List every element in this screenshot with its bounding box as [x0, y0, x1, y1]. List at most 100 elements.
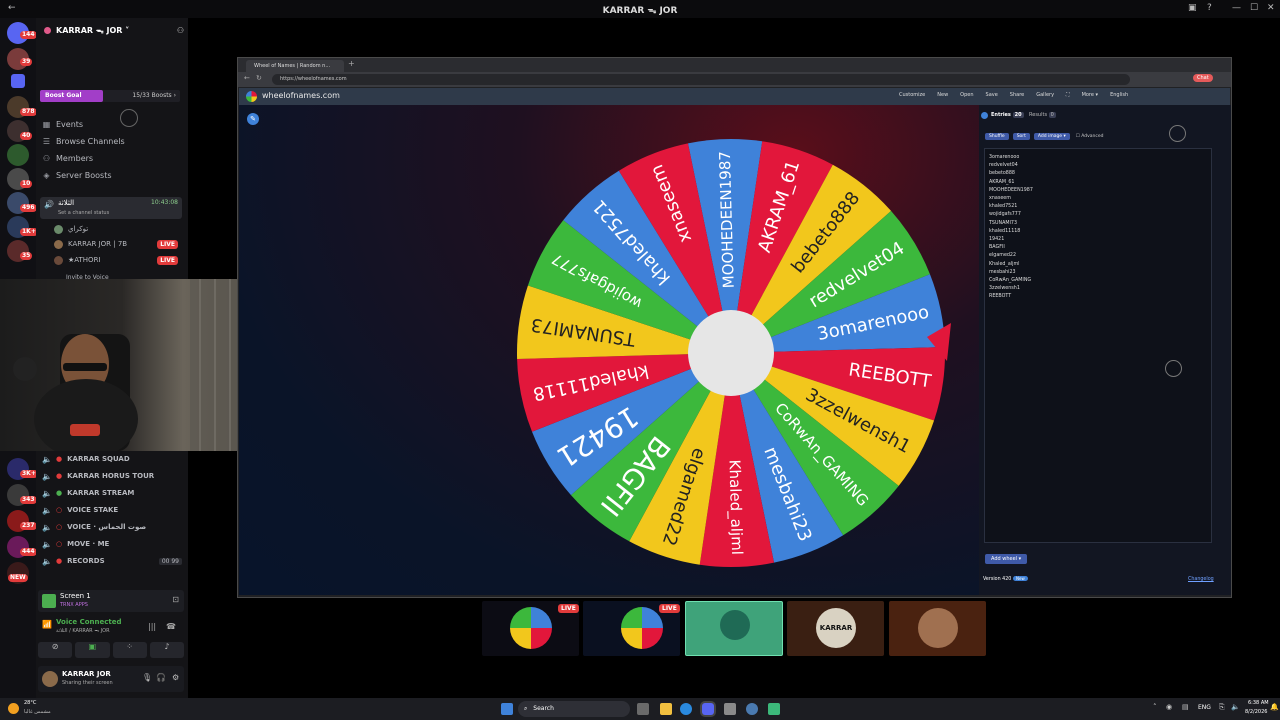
tray-chevron-icon[interactable]: ˄ [1153, 703, 1157, 711]
advanced-checkbox[interactable]: ☐ Advanced [1074, 133, 1106, 140]
server-icon[interactable] [7, 144, 29, 166]
menu-save[interactable]: Save [986, 92, 998, 98]
stream-tile-selected[interactable] [685, 601, 783, 656]
loading-spinner-icon [1165, 360, 1182, 377]
voice-member[interactable]: ★ATHORI LIVE [54, 253, 178, 267]
voice-channel-active[interactable]: 🔊 الثلاثة 10:43:08 Set a channel status [40, 197, 182, 219]
stream-tile[interactable]: LIVE [482, 601, 579, 656]
voice-member[interactable]: توكراي [54, 222, 178, 236]
voice-member[interactable]: KARRAR JOR | 7B LIVE [54, 237, 178, 251]
folder-icon[interactable] [11, 74, 25, 88]
taskbar-search[interactable]: ⌕ Search [518, 701, 630, 717]
task-view-icon[interactable] [637, 703, 649, 715]
back-icon[interactable]: ← [244, 74, 250, 82]
menu-share[interactable]: Share [1010, 92, 1024, 98]
screen-share-panel[interactable]: Screen 1 TRNX APPS ⊡ [38, 590, 184, 612]
menu-new[interactable]: New [937, 92, 948, 98]
weather-icon[interactable] [8, 703, 19, 714]
headset-icon[interactable]: 🎧 [156, 673, 166, 682]
stream-tile[interactable]: KARRAR [787, 601, 884, 656]
menu-customize[interactable]: Customize [899, 92, 925, 98]
menu-language[interactable]: English [1110, 92, 1128, 98]
help-icon[interactable]: ? [1207, 3, 1212, 13]
camera-off-button[interactable]: ⊘ [38, 642, 73, 658]
tray-app-icon[interactable]: ▤ [1182, 703, 1189, 711]
voice-channel-item[interactable]: 🔈 ● KARRAR STREAM [42, 486, 182, 500]
avatar [720, 610, 750, 640]
tab-results[interactable]: Results 0 [1029, 112, 1056, 118]
language-indicator[interactable]: ENG [1198, 704, 1211, 711]
entry-line: REEBOTT [989, 294, 1012, 300]
wheel-of-names[interactable]: MOOHEDEEN1987 AKRAM_61bebeto888redvelvet0… [511, 133, 951, 573]
sort-button[interactable]: Sort [1012, 133, 1030, 140]
stop-share-icon[interactable]: ⊡ [172, 595, 179, 604]
maximize-icon[interactable]: ☐ [1250, 3, 1258, 13]
voice-connected-title[interactable]: Voice Connected [56, 618, 122, 626]
reload-icon[interactable]: ↻ [256, 74, 262, 82]
menu-more[interactable]: More ▾ [1082, 92, 1099, 98]
stream-tile[interactable] [889, 601, 986, 656]
site-logo-text[interactable]: wheelofnames.com [262, 91, 340, 100]
app-icon[interactable] [768, 703, 780, 715]
tray-app-icon[interactable]: ◉ [1166, 703, 1172, 711]
browser-tab[interactable]: Wheel of Names | Random n... [246, 60, 344, 72]
changelog-link[interactable]: Changelog [1188, 577, 1214, 582]
new-tab-icon[interactable]: + [348, 59, 355, 68]
profile-chip[interactable]: Chat [1193, 74, 1213, 82]
nav-events[interactable]: ▦ Events [42, 117, 182, 131]
nav-members[interactable]: ⚇ Members [42, 151, 182, 165]
add-image-button[interactable]: Add image ▾ [1033, 133, 1070, 140]
voice-channel-item[interactable]: 🔈 ● KARRAR SQUAD [42, 452, 182, 466]
boost-goal-bar[interactable]: Boost Goal 15/33 Boosts › [40, 90, 180, 102]
app-icon[interactable] [724, 703, 736, 715]
voice-channel-item[interactable]: 🔈 ● KARRAR HORUS TOUR [42, 469, 182, 483]
avatar[interactable] [42, 671, 58, 687]
tab-entries[interactable]: Entries 20 [991, 112, 1024, 118]
discord-icon[interactable] [702, 703, 714, 715]
fullscreen-icon[interactable]: ⛶ [1066, 92, 1070, 98]
gear-icon[interactable]: ⚙ [172, 673, 179, 682]
server-header[interactable]: KARRAR ᯓ JOR ˅ ⚇ [44, 23, 184, 37]
add-wheel-button[interactable]: Add wheel ▾ [985, 554, 1028, 564]
boost-label: Boost Goal [45, 92, 82, 99]
nav-server-boosts[interactable]: ◈ Server Boosts [42, 168, 182, 182]
inbox-icon[interactable]: ▣ [1188, 3, 1197, 13]
add-member-icon[interactable]: ⚇ [177, 26, 184, 35]
file-explorer-icon[interactable] [660, 703, 672, 715]
minimize-icon[interactable]: — [1232, 3, 1241, 13]
soundboard-button[interactable]: ♪ [149, 642, 184, 658]
nav-browse-channels[interactable]: ☰ Browse Channels [42, 134, 182, 148]
stream-tile[interactable]: LIVE [583, 601, 680, 656]
edit-pencil-icon[interactable]: ✎ [247, 113, 259, 125]
wheel-center-hub[interactable] [688, 310, 774, 396]
channel-status[interactable]: Set a channel status [58, 210, 109, 216]
voice-channel-item[interactable]: 🔈 ○ VOICE STAKE [42, 503, 182, 517]
disconnect-icon[interactable]: ☎ [166, 622, 176, 631]
url-input[interactable]: https://wheelofnames.com [272, 74, 1130, 85]
settings-icon[interactable] [746, 703, 758, 715]
network-icon[interactable]: ⎘ [1219, 703, 1225, 712]
voice-channel-item[interactable]: 🔈 ○ VOICE · صوت الحماس [42, 520, 182, 534]
voice-channel-item[interactable]: 🔈 ● RECORDS 00 99 [42, 554, 182, 568]
speaker-icon: 🔈 [42, 454, 52, 464]
voice-channel-item[interactable]: 🔈 ○ MOVE · ME [42, 537, 182, 551]
members-icon: ⚇ [42, 153, 51, 163]
close-icon[interactable]: ✕ [1267, 3, 1275, 13]
rail-badge: 39 [20, 58, 33, 66]
noise-icon[interactable]: ||| [148, 622, 156, 631]
microphone-icon[interactable]: 🎙 [142, 673, 152, 682]
shuffle-button[interactable]: Shuffle [985, 133, 1009, 140]
entries-textarea[interactable]: 3omarenooo redvelvet04 bebeto888 AKRAM_61 MO… [984, 148, 1212, 543]
rail-badge: 35 [20, 252, 33, 260]
speaker-icon: 🔈 [42, 522, 52, 532]
menu-gallery[interactable]: Gallery [1036, 92, 1054, 98]
activities-button[interactable]: ⁘ [112, 642, 147, 658]
windows-start-icon[interactable] [501, 703, 513, 715]
collapse-icon[interactable] [981, 112, 988, 119]
notification-icon[interactable]: 🔔 [1270, 703, 1279, 711]
share-screen-button[interactable]: ▣ [75, 642, 110, 658]
menu-open[interactable]: Open [960, 92, 973, 98]
edge-icon[interactable] [680, 703, 692, 715]
volume-icon[interactable]: 🔈 [1231, 703, 1240, 711]
server-dot-icon [44, 26, 51, 34]
